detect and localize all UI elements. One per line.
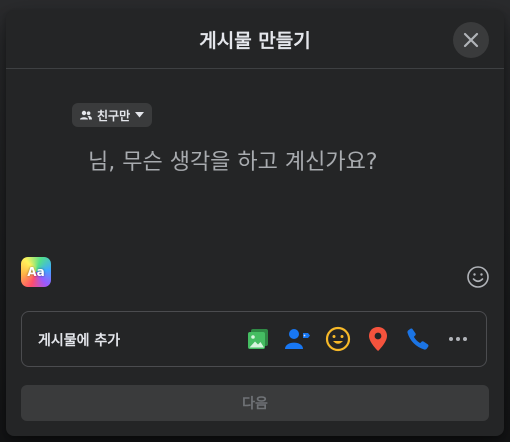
check-in-icon [369, 327, 387, 351]
photo-video-button[interactable] [244, 325, 272, 353]
caret-down-icon [135, 112, 145, 118]
post-text-input[interactable]: 님, 무슨 생각을 하고 계신가요? [88, 144, 378, 176]
photo-video-icon [248, 329, 268, 349]
create-post-dialog: 게시물 만들기 친구만 님, 무슨 생각을 하고 계신가요? Aa 게시물에 추… [6, 10, 504, 436]
more-options-button[interactable] [444, 325, 472, 353]
next-button[interactable]: 다음 [21, 385, 489, 421]
emoji-icon [467, 266, 489, 288]
add-to-post-label: 게시물에 추가 [38, 333, 121, 349]
call-button[interactable] [404, 325, 432, 353]
add-to-post-actions [244, 325, 472, 353]
add-to-post-panel: 게시물에 추가 [21, 311, 487, 367]
feeling-activity-button[interactable] [324, 325, 352, 353]
more-icon [449, 337, 467, 341]
close-icon [463, 32, 479, 48]
feeling-icon [325, 326, 351, 352]
dialog-title: 게시물 만들기 [199, 29, 311, 52]
background-color-label: Aa [27, 265, 45, 279]
tag-people-icon [285, 329, 310, 349]
background-color-button[interactable]: Aa [21, 257, 51, 287]
call-icon [407, 328, 429, 350]
tag-people-button[interactable] [284, 325, 312, 353]
audience-selector[interactable]: 친구만 [72, 103, 153, 127]
close-button[interactable] [453, 22, 489, 58]
check-in-button[interactable] [364, 325, 392, 353]
dialog-header: 게시물 만들기 [6, 10, 504, 69]
emoji-button[interactable] [466, 265, 490, 289]
audience-label: 친구만 [97, 108, 131, 123]
friends-icon [80, 110, 92, 120]
